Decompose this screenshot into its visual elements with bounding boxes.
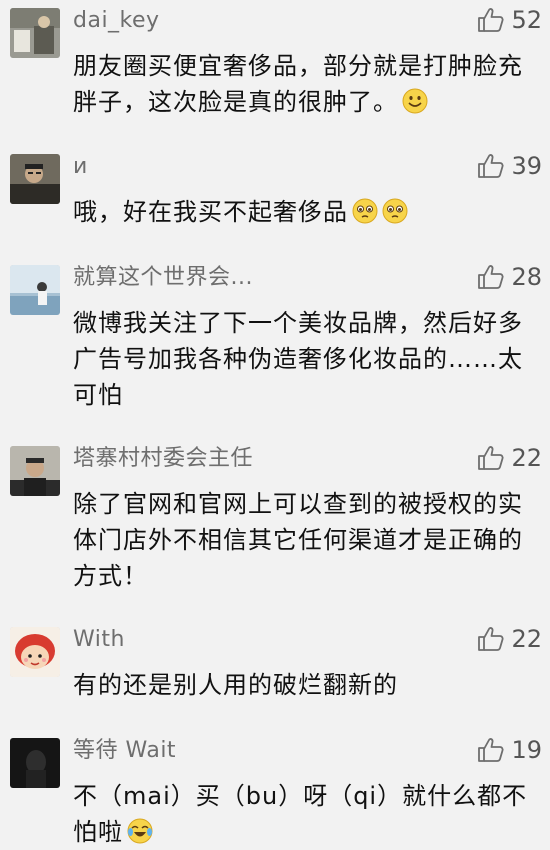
thumbs-up-icon xyxy=(478,627,504,651)
like-button[interactable]: 22 xyxy=(477,624,542,654)
comment-list: dai_key 52 朋友圈买便宜奢侈品，部分就是打肿脸充胖子，这次脸是真的很肿… xyxy=(0,0,550,846)
comment-item: dai_key 52 朋友圈买便宜奢侈品，部分就是打肿脸充胖子，这次脸是真的很肿… xyxy=(0,5,550,138)
comment-username[interactable]: 塔寨村村委会主任 xyxy=(73,444,253,474)
comment-item: и 39 哦，好在我买不起奢侈品 xyxy=(0,151,550,254)
avatar[interactable] xyxy=(10,8,60,58)
avatar[interactable] xyxy=(10,738,60,788)
thumbs-up-icon xyxy=(478,154,504,178)
comment-text: 微博我关注了下一个美妆品牌，然后好多广告号加我各种伪造奢侈化妆品的……太可怕 xyxy=(73,309,523,409)
comment-username[interactable]: dai_key xyxy=(73,6,160,36)
like-count: 28 xyxy=(511,263,542,291)
thumbs-up-icon xyxy=(478,8,504,32)
like-count: 52 xyxy=(511,6,542,34)
like-count: 22 xyxy=(511,444,542,472)
comment-text: 有的还是别人用的破烂翻新的 xyxy=(73,671,398,699)
thumbs-up-icon xyxy=(478,738,504,762)
like-button[interactable]: 28 xyxy=(477,262,542,292)
like-button[interactable]: 19 xyxy=(477,735,542,765)
tears-of-joy-emoji-icon xyxy=(127,818,153,844)
comment-username[interactable]: 就算这个世界会... xyxy=(73,263,253,293)
smile-emoji-icon xyxy=(402,88,428,114)
comment-item: 等待 Wait 19 不（mai）买（bu）呀（qi）就什么都不怕啦 xyxy=(0,735,550,846)
avatar[interactable] xyxy=(10,627,60,677)
like-button[interactable]: 52 xyxy=(477,5,542,35)
like-button[interactable]: 39 xyxy=(477,151,542,181)
comment-text: 不（mai）买（bu）呀（qi）就什么都不怕啦 xyxy=(73,782,528,846)
comment-item: 就算这个世界会... 28 微博我关注了下一个美妆品牌，然后好多广告号加我各种伪… xyxy=(0,262,550,425)
comment-username[interactable]: и xyxy=(73,152,88,182)
like-button[interactable]: 22 xyxy=(477,443,542,473)
avatar[interactable] xyxy=(10,154,60,204)
comment-username[interactable]: 等待 Wait xyxy=(73,736,176,766)
like-count: 39 xyxy=(511,152,542,180)
avatar[interactable] xyxy=(10,265,60,315)
comment-text: 除了官网和官网上可以查到的被授权的实体门店外不相信其它任何渠道才是正确的方式！ xyxy=(73,490,523,590)
avatar[interactable] xyxy=(10,446,60,496)
comment-username[interactable]: With xyxy=(73,625,125,655)
pleading-emoji-icon xyxy=(352,198,378,224)
comment-text: 朋友圈买便宜奢侈品，部分就是打肿脸充胖子，这次脸是真的很肿了。 xyxy=(73,52,523,116)
like-count: 19 xyxy=(511,736,542,764)
comment-item: 塔寨村村委会主任 22 除了官网和官网上可以查到的被授权的实体门店外不相信其它任… xyxy=(0,443,550,606)
like-count: 22 xyxy=(511,625,542,653)
comment-text: 哦，好在我买不起奢侈品 xyxy=(73,194,543,230)
pleading-emoji-icon xyxy=(382,198,408,224)
comment-item: With 22 有的还是别人用的破烂翻新的 xyxy=(0,624,550,727)
thumbs-up-icon xyxy=(478,265,504,289)
thumbs-up-icon xyxy=(478,446,504,470)
